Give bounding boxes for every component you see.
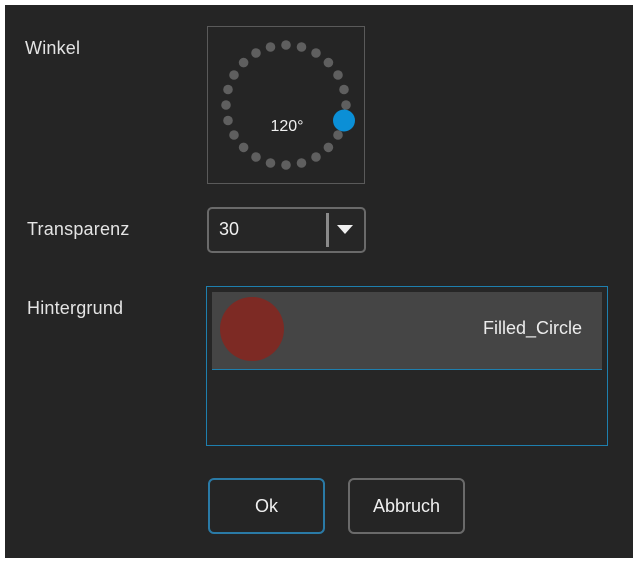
dial-dot <box>265 158 276 168</box>
dial-dot <box>323 142 334 153</box>
chevron-down-icon[interactable] <box>337 225 353 234</box>
dial-dot <box>238 142 249 153</box>
background-list-item[interactable]: Filled_Circle <box>212 292 602 370</box>
dial-dot <box>251 152 261 162</box>
dial-dot <box>339 84 349 95</box>
dial-dot <box>311 48 321 58</box>
transparency-dropdown[interactable]: 30 <box>207 207 366 253</box>
angle-label: Winkel <box>25 38 81 58</box>
dial-dot <box>281 160 291 170</box>
dial-dot <box>341 100 351 110</box>
cancel-button[interactable]: Abbruch <box>348 478 465 534</box>
angle-dial-graphic[interactable] <box>208 27 364 183</box>
dial-dot <box>221 100 231 110</box>
dial-dot <box>265 42 276 52</box>
background-label: Hintergrund <box>27 298 124 318</box>
dial-dot <box>238 57 249 68</box>
dial-dot <box>229 70 239 80</box>
dial-dot <box>296 158 307 168</box>
dial-dot <box>223 84 233 95</box>
dial-dot <box>251 48 261 58</box>
dial-dot <box>333 70 343 80</box>
dial-dot <box>281 40 291 50</box>
transparency-value: 30 <box>219 219 240 239</box>
dialog: Winkel 120° Transparenz 30 Hintergrund F… <box>5 5 633 558</box>
background-list[interactable]: Filled_Circle <box>206 286 608 446</box>
dial-dot <box>323 57 334 68</box>
ok-button[interactable]: Ok <box>208 478 325 534</box>
filled-circle-swatch-icon <box>220 297 284 361</box>
dropdown-separator <box>326 213 329 247</box>
angle-value: 120° <box>270 118 304 135</box>
angle-dial[interactable]: 120° <box>207 26 365 184</box>
dial-dot <box>311 152 321 162</box>
background-item-label: Filled_Circle <box>482 318 582 338</box>
transparency-label: Transparenz <box>27 219 130 239</box>
dial-dot <box>296 42 307 52</box>
